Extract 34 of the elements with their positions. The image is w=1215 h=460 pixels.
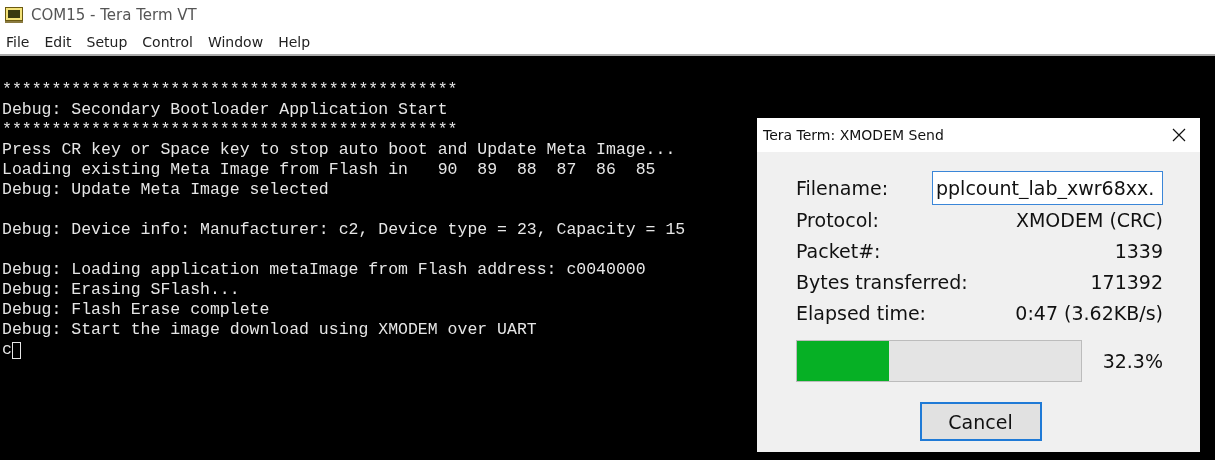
menu-item[interactable]: Window: [207, 34, 264, 50]
field-value: XMODEM (CRC): [1015, 208, 1163, 231]
terminal-line: Press CR key or Space key to stop auto boot and Update Meta Image...: [2, 140, 676, 160]
terminal-line: Debug: Flash Erase complete: [2, 300, 270, 320]
field-label: Protocol:: [796, 208, 879, 231]
terminal-line: Debug: Device info: Manufacturer: c2, Device type = 23, Capacity = 15: [2, 220, 686, 240]
terminal-prompt: c: [2, 340, 12, 360]
terminal-line: Loading existing Meta Image from Flash in 90 89 88 87 86 85: [2, 160, 656, 180]
dialog-title: Tera Term: XMODEM Send: [763, 127, 944, 143]
app-icon: [5, 7, 23, 23]
terminal-line: **********************************************: [2, 80, 458, 100]
field-value: 1339: [1114, 239, 1163, 262]
cancel-button[interactable]: Cancel: [919, 402, 1042, 441]
terminal-line: Debug: Secondary Bootloader Application Start: [2, 100, 448, 120]
field-value: 171392: [1090, 270, 1163, 293]
terminal-line: Debug: Loading application metaImage from Flash address: c0040000: [2, 260, 646, 280]
filename-field[interactable]: pplcount_lab_xwr68xx.: [932, 171, 1163, 205]
field-label: Bytes transferred:: [796, 270, 968, 293]
menu-item[interactable]: Control: [142, 34, 193, 50]
window-title: COM15 - Tera Term VT: [31, 6, 197, 24]
progress-reading: 32.3%: [1102, 350, 1163, 372]
terminal-line: Debug: Update Meta Image selected: [2, 180, 329, 200]
terminal-line: **********************************************: [2, 120, 458, 140]
field-label: Filename:: [796, 177, 889, 199]
field-label: Packet#:: [796, 239, 881, 262]
menu-item[interactable]: Help: [278, 34, 311, 50]
close-icon[interactable]: [1172, 128, 1186, 142]
terminal-line: Debug: Start the image download using XMODEM over UART: [2, 320, 537, 340]
terminal-line: Debug: Erasing SFlash...: [2, 280, 240, 300]
field-value: 0:47 (3.62KB/s): [1015, 301, 1163, 324]
field-label: Elapsed time:: [796, 301, 926, 324]
menu-item[interactable]: File: [6, 34, 30, 50]
menu-item[interactable]: Setup: [86, 34, 128, 50]
menu-item[interactable]: Edit: [44, 34, 72, 50]
